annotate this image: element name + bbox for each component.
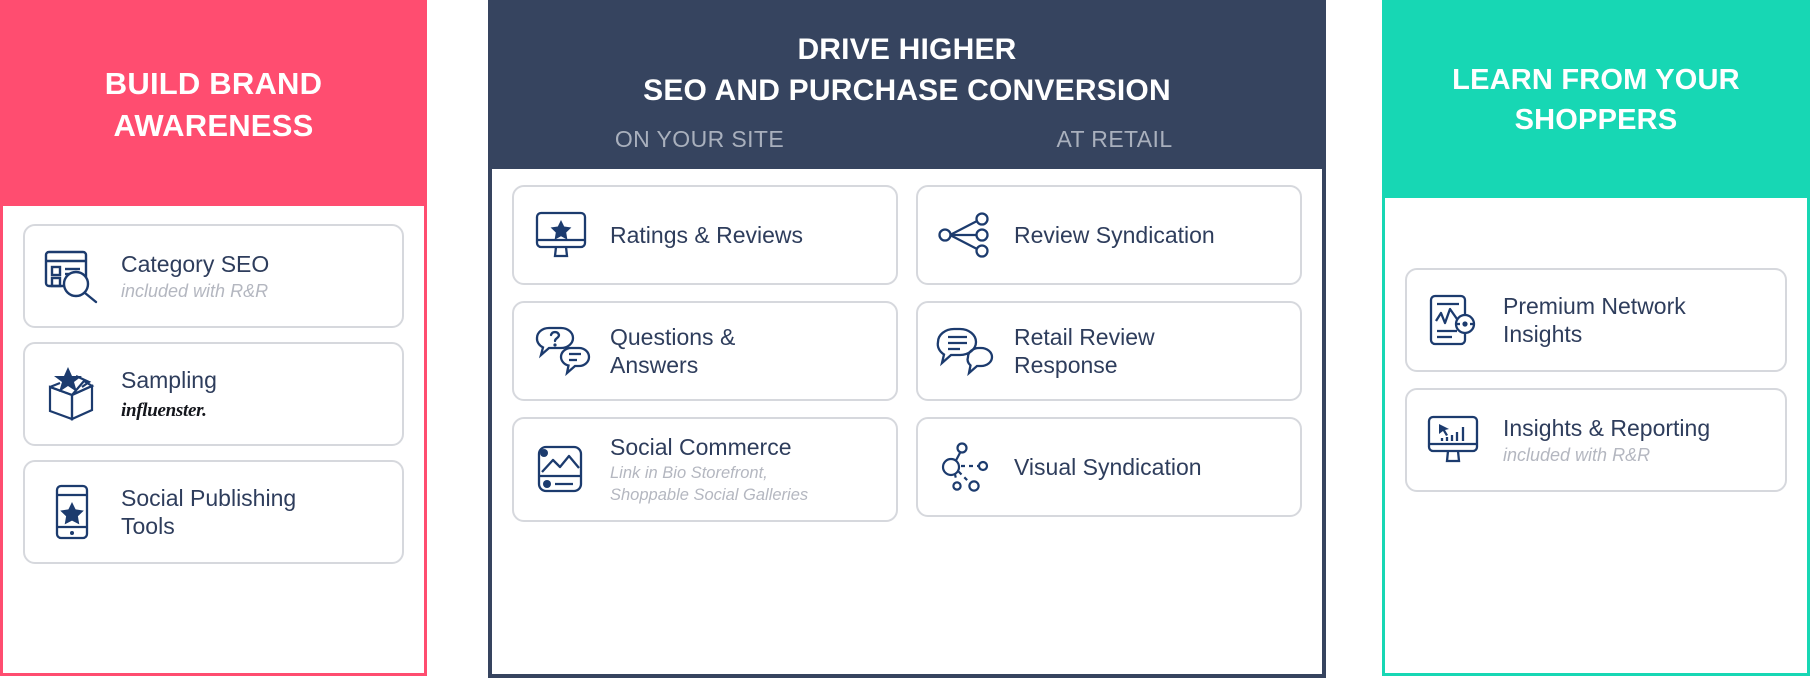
subheader-on-your-site: ON YOUR SITE	[614, 125, 785, 152]
review-syndication-share-icon	[934, 204, 996, 266]
pink-panel: BUILD BRAND AWARENESS Category SEO inclu…	[0, 0, 427, 676]
card-title: Sampling	[121, 366, 217, 393]
teal-panel-header: LEARN FROM YOUR SHOPPERS	[1385, 3, 1807, 198]
ratings-reviews-monitor-icon	[530, 204, 592, 266]
retail-review-response-chat-icon	[934, 320, 996, 382]
card-visual-syndication[interactable]: Visual Syndication	[916, 416, 1302, 517]
teal-header-line2: SHOPPERS	[1514, 103, 1678, 136]
card-insights-and-reporting[interactable]: Insights & Reporting included with R&R	[1405, 388, 1787, 492]
card-text: Insights & Reporting included with R&R	[1503, 414, 1710, 467]
card-text: Ratings & Reviews	[610, 221, 803, 249]
navy-panel: DRIVE HIGHER SEO AND PURCHASE CONVERSION…	[488, 0, 1326, 678]
influenster-brandmark: influenster.	[121, 400, 207, 422]
card-ratings-and-reviews[interactable]: Ratings & Reviews	[512, 184, 898, 285]
navy-header-line2: SEO AND PURCHASE CONVERSION	[643, 73, 1171, 107]
card-text: Review Syndication	[1014, 221, 1215, 249]
card-sampling[interactable]: Sampling influenster.	[23, 342, 404, 446]
card-text: Questions & Answers	[610, 323, 735, 379]
card-text: Category SEO included with R&R	[121, 250, 269, 303]
pink-panel-body: Category SEO included with R&R Sampling …	[3, 206, 424, 673]
navy-header-line1: DRIVE HIGHER	[797, 33, 1017, 66]
card-subtitle-line2: Shoppable Social Galleries	[610, 486, 809, 505]
card-title-line1: Questions &	[610, 323, 736, 350]
card-title: Review Syndication	[1014, 221, 1215, 248]
insights-reporting-monitor-icon	[1423, 409, 1485, 471]
teal-panel-body: Premium Network Insights Insights & Repo…	[1385, 198, 1807, 673]
card-title: Insights & Reporting	[1503, 414, 1711, 441]
visual-syndication-network-icon	[934, 436, 996, 498]
card-title: Social Commerce	[610, 433, 792, 460]
card-text: Sampling influenster.	[121, 366, 217, 422]
product-capability-board: BUILD BRAND AWARENESS Category SEO inclu…	[0, 0, 1810, 680]
pink-header-title: BUILD BRAND AWARENESS	[105, 63, 322, 147]
navy-panel-body: Ratings & Reviews Questions & Answers So…	[492, 169, 1322, 674]
navy-header-title: DRIVE HIGHER SEO AND PURCHASE CONVERSION	[492, 30, 1322, 112]
pink-panel-header: BUILD BRAND AWARENESS	[3, 3, 424, 206]
pink-header-line1: BUILD BRAND	[104, 65, 323, 101]
subcolumn-on-your-site: Ratings & Reviews Questions & Answers So…	[512, 184, 898, 652]
card-title-line1: Premium Network	[1503, 292, 1686, 319]
card-social-commerce[interactable]: Social Commerce Link in Bio Storefront, …	[512, 416, 898, 523]
card-title: Ratings & Reviews	[610, 221, 804, 248]
card-title-line2: Response	[1014, 351, 1118, 378]
card-subtitle: included with R&R	[121, 280, 269, 301]
card-social-publishing-tools[interactable]: Social Publishing Tools	[23, 460, 404, 564]
card-title-line1: Social Publishing	[121, 484, 297, 511]
card-title: Visual Syndication	[1014, 453, 1202, 480]
card-title-line2: Tools	[121, 513, 175, 539]
questions-answers-icon	[530, 320, 592, 382]
card-review-syndication[interactable]: Review Syndication	[916, 184, 1302, 285]
category-seo-icon	[41, 245, 103, 307]
navy-panel-header: DRIVE HIGHER SEO AND PURCHASE CONVERSION…	[492, 4, 1322, 169]
card-title: Category SEO	[121, 250, 270, 277]
card-questions-and-answers[interactable]: Questions & Answers	[512, 300, 898, 401]
card-subtitle-line1: Link in Bio Storefront,	[610, 463, 768, 482]
card-category-seo[interactable]: Category SEO included with R&R	[23, 224, 404, 328]
teal-header-title: LEARN FROM YOUR SHOPPERS	[1452, 61, 1740, 139]
social-commerce-image-icon	[530, 438, 592, 500]
card-premium-network-insights[interactable]: Premium Network Insights	[1405, 268, 1787, 372]
subheader-at-retail: AT RETAIL	[1056, 125, 1173, 152]
card-title-line2: Insights	[1503, 321, 1583, 347]
navy-subheader-row: ON YOUR SITE AT RETAIL	[492, 126, 1322, 159]
card-text: Visual Syndication	[1014, 453, 1202, 481]
card-subtitle: included with R&R	[1503, 444, 1651, 465]
teal-panel: LEARN FROM YOUR SHOPPERS Premium Network…	[1382, 0, 1810, 676]
card-title-line1: Retail Review	[1014, 323, 1155, 350]
premium-network-insights-report-icon	[1423, 289, 1485, 351]
card-retail-review-response[interactable]: Retail Review Response	[916, 300, 1302, 401]
column-learn-from-your-shoppers: LEARN FROM YOUR SHOPPERS Premium Network…	[1382, 0, 1810, 680]
social-publishing-phone-icon	[41, 481, 103, 543]
pink-header-line2: AWARENESS	[113, 107, 314, 143]
card-title-line2: Answers	[610, 351, 699, 378]
column-build-brand-awareness: BUILD BRAND AWARENESS Category SEO inclu…	[0, 0, 430, 680]
subcolumn-at-retail: Review Syndication Retail Review Respons…	[916, 184, 1302, 652]
card-text: Social Commerce Link in Bio Storefront, …	[610, 433, 808, 507]
card-text: Social Publishing Tools	[121, 484, 296, 540]
teal-header-line1: LEARN FROM YOUR	[1452, 64, 1740, 97]
column-drive-higher-seo: DRIVE HIGHER SEO AND PURCHASE CONVERSION…	[488, 0, 1326, 680]
card-text: Retail Review Response	[1014, 323, 1155, 379]
sampling-box-icon	[41, 363, 103, 425]
card-text: Premium Network Insights	[1503, 292, 1686, 348]
